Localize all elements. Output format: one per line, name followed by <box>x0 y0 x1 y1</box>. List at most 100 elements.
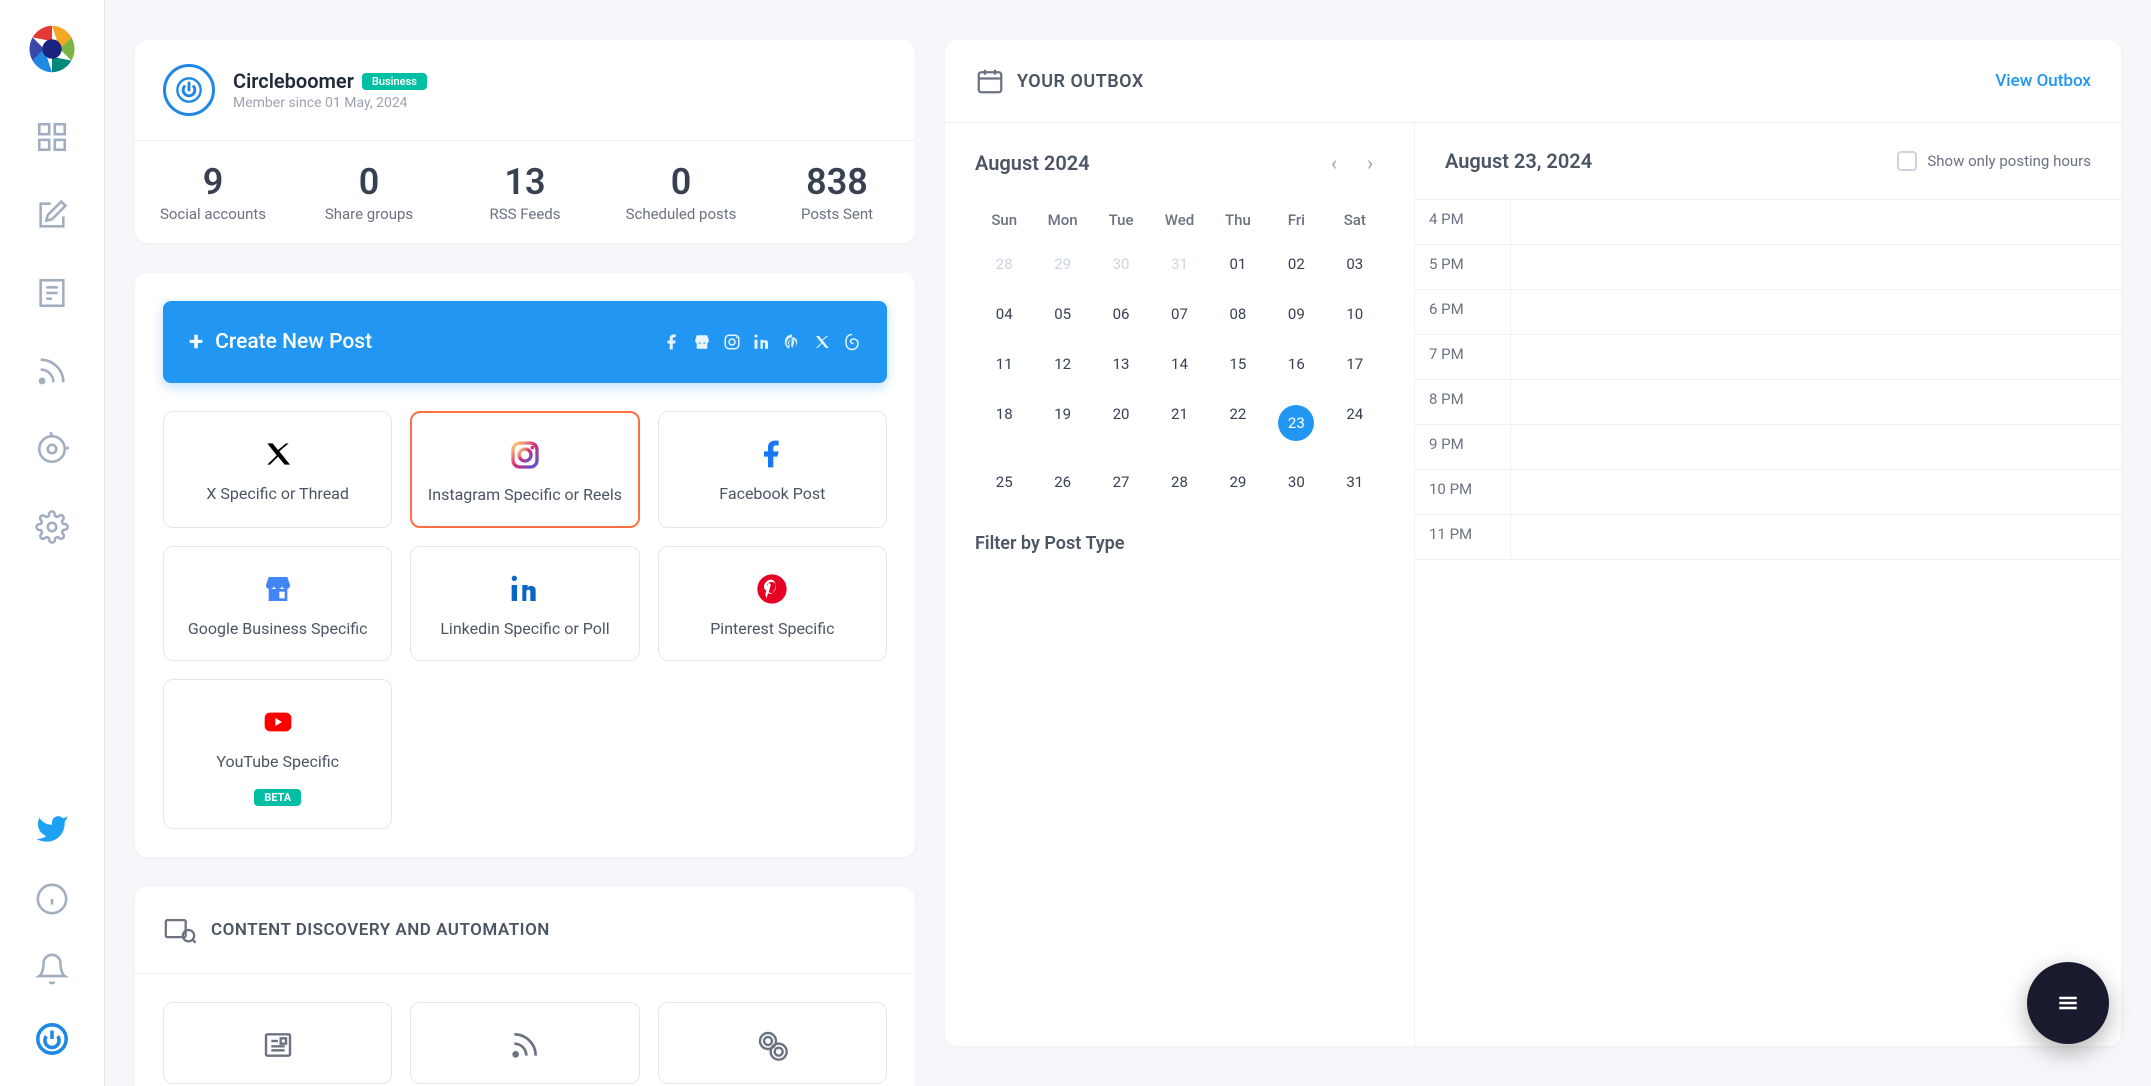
nav-settings-icon[interactable] <box>35 510 69 544</box>
calendar-day[interactable]: 17 <box>1326 339 1384 389</box>
post-type-youtube[interactable]: YouTube Specific BETA <box>163 679 392 829</box>
time-slot[interactable] <box>1511 335 2121 379</box>
post-type-google[interactable]: Google Business Specific <box>163 546 392 661</box>
time-slot[interactable] <box>1511 425 2121 469</box>
nav-bell-icon[interactable] <box>35 952 69 986</box>
youtube-icon <box>262 706 294 738</box>
time-slot[interactable] <box>1511 515 2121 559</box>
calendar-day[interactable]: 26 <box>1033 457 1091 507</box>
time-slot[interactable] <box>1511 245 2121 289</box>
calendar-next-button[interactable]: › <box>1356 149 1384 177</box>
calendar-day[interactable]: 28 <box>975 239 1033 289</box>
calendar-day[interactable]: 16 <box>1267 339 1325 389</box>
rss-icon <box>509 1029 541 1061</box>
time-label: 5 PM <box>1415 245 1511 289</box>
calendar-day[interactable]: 29 <box>1209 457 1267 507</box>
nav-rss-icon[interactable] <box>35 354 69 388</box>
plan-badge: Business <box>362 73 427 90</box>
calendar-dow: Fri <box>1267 201 1325 239</box>
help-fab-button[interactable] <box>2027 962 2109 1044</box>
calendar-day[interactable]: 07 <box>1150 289 1208 339</box>
time-slot[interactable] <box>1511 290 2121 334</box>
stat-label: RSS Feeds <box>455 205 595 223</box>
post-type-facebook[interactable]: Facebook Post <box>658 411 887 528</box>
calendar-panel: August 2024 ‹ › SunMonTueWedThuFriSat282… <box>945 123 1415 1046</box>
calendar-day[interactable]: 27 <box>1092 457 1150 507</box>
discovery-rss[interactable] <box>410 1002 639 1084</box>
nav-info-icon[interactable] <box>35 882 69 916</box>
calendar-day[interactable]: 23 <box>1267 389 1325 457</box>
calendar-day[interactable]: 02 <box>1267 239 1325 289</box>
calendar-day[interactable]: 13 <box>1092 339 1150 389</box>
time-row: 9 PM <box>1415 425 2121 470</box>
calendar-day[interactable]: 18 <box>975 389 1033 457</box>
calendar-day[interactable]: 10 <box>1326 289 1384 339</box>
nav-twitter-icon[interactable] <box>35 812 69 846</box>
calendar-day[interactable]: 22 <box>1209 389 1267 457</box>
nav-power-icon[interactable] <box>35 1022 69 1056</box>
article-icon <box>262 1029 294 1061</box>
stat-label: Share groups <box>299 205 439 223</box>
calendar-day[interactable]: 14 <box>1150 339 1208 389</box>
discovery-settings[interactable] <box>658 1002 887 1084</box>
calendar-day[interactable]: 15 <box>1209 339 1267 389</box>
nav-auto-icon[interactable] <box>35 432 69 466</box>
calendar-day[interactable]: 30 <box>1092 239 1150 289</box>
post-type-label: Linkedin Specific or Poll <box>440 619 609 638</box>
create-new-post-button[interactable]: + Create New Post <box>163 301 887 383</box>
calendar-icon <box>975 66 1005 96</box>
calendar-day[interactable]: 24 <box>1326 389 1384 457</box>
time-slot[interactable] <box>1511 380 2121 424</box>
calendar-day[interactable]: 09 <box>1267 289 1325 339</box>
pinterest-icon <box>756 573 788 605</box>
post-type-instagram[interactable]: Instagram Specific or Reels <box>410 411 639 528</box>
stat-label: Scheduled posts <box>611 205 751 223</box>
calendar-day[interactable]: 12 <box>1033 339 1091 389</box>
nav-content-icon[interactable] <box>35 276 69 310</box>
calendar-dow: Tue <box>1092 201 1150 239</box>
stat-value: 838 <box>767 161 907 203</box>
calendar-day[interactable]: 04 <box>975 289 1033 339</box>
discovery-articles[interactable] <box>163 1002 392 1084</box>
view-outbox-link[interactable]: View Outbox <box>1995 71 2091 91</box>
calendar-day[interactable]: 01 <box>1209 239 1267 289</box>
calendar-day[interactable]: 19 <box>1033 389 1091 457</box>
calendar-day[interactable]: 03 <box>1326 239 1384 289</box>
calendar-day[interactable]: 31 <box>1326 457 1384 507</box>
create-post-card: + Create New Post <box>135 273 915 857</box>
discovery-title: CONTENT DISCOVERY AND AUTOMATION <box>211 920 550 940</box>
app-logo[interactable] <box>21 18 83 80</box>
linkedin-icon <box>509 573 541 605</box>
calendar-day[interactable]: 08 <box>1209 289 1267 339</box>
post-type-label: Instagram Specific or Reels <box>428 485 622 504</box>
calendar-day[interactable]: 31 <box>1150 239 1208 289</box>
post-type-pinterest[interactable]: Pinterest Specific <box>658 546 887 661</box>
x-icon <box>813 333 831 351</box>
calendar-day[interactable]: 30 <box>1267 457 1325 507</box>
nav-compose-icon[interactable] <box>35 198 69 232</box>
calendar-dow: Mon <box>1033 201 1091 239</box>
nav-dashboard-icon[interactable] <box>35 120 69 154</box>
google-business-icon <box>262 573 294 605</box>
show-posting-toggle[interactable]: Show only posting hours <box>1897 151 2091 171</box>
calendar-day[interactable]: 11 <box>975 339 1033 389</box>
calendar-day[interactable]: 21 <box>1150 389 1208 457</box>
outbox-title: YOUR OUTBOX <box>1017 71 1144 92</box>
calendar-day[interactable]: 20 <box>1092 389 1150 457</box>
calendar-day[interactable]: 25 <box>975 457 1033 507</box>
calendar-day[interactable]: 05 <box>1033 289 1091 339</box>
calendar-prev-button[interactable]: ‹ <box>1320 149 1348 177</box>
time-row: 8 PM <box>1415 380 2121 425</box>
calendar-day[interactable]: 28 <box>1150 457 1208 507</box>
profile-card: Circleboomer Business Member since 01 Ma… <box>135 40 915 243</box>
post-type-label: Google Business Specific <box>188 619 368 638</box>
calendar-day[interactable]: 29 <box>1033 239 1091 289</box>
show-posting-label: Show only posting hours <box>1927 152 2091 170</box>
calendar-day[interactable]: 06 <box>1092 289 1150 339</box>
post-type-x[interactable]: X Specific or Thread <box>163 411 392 528</box>
schedule-panel: August 23, 2024 Show only posting hours … <box>1415 123 2121 1046</box>
post-type-linkedin[interactable]: Linkedin Specific or Poll <box>410 546 639 661</box>
time-slot[interactable] <box>1511 470 2121 514</box>
time-slot[interactable] <box>1511 200 2121 244</box>
post-type-label: Facebook Post <box>719 484 825 503</box>
